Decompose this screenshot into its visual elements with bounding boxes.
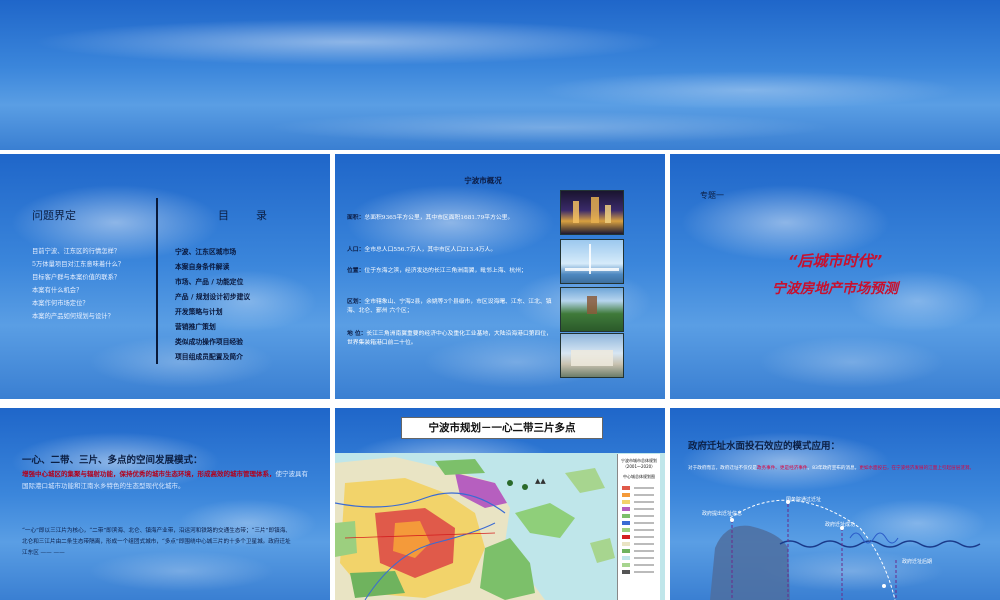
section-title: 问题界定: [32, 209, 76, 222]
slide-thumbnail-3[interactable]: 专题一 “后城市时代” 宁波房地产市场预测: [670, 154, 1000, 399]
label-announce: 政府提出迁址信息: [702, 511, 743, 517]
body-paragraph: 对于政府而言，政府迁址不仅仅是政务事件、更是经济事件。83年政府宣布的消息，更如…: [688, 466, 975, 471]
toc-item: 产品 / 规划设计初步建议: [175, 293, 251, 301]
legend-title: 宁波市城市总体规划（2001～2020）: [621, 458, 657, 469]
sky-banner: [0, 0, 1000, 150]
slide-thumbnail-5[interactable]: 宁波市规划－一心二带三片多点 ▲▲ 宁波市城市总体规划（2001～2020） 中…: [335, 408, 665, 600]
toc-item: 项目组成员配置及简介: [175, 353, 243, 361]
map-legend: 宁波市城市总体规划（2001～2020） 中心城总体规划图: [617, 454, 660, 600]
toc-item: 营销推广策划: [175, 323, 216, 331]
vertical-divider: [156, 198, 158, 364]
slide-title: 一心、二带、三片、多点的空间发展模式：: [22, 455, 203, 466]
question-item: 5万体量项目对江东意味着什么？: [32, 261, 125, 268]
intro-paragraph: 增强中心城区的集聚与辐射功能，保持优秀的城市生态环境，形成高效的城市管理体系，使…: [22, 470, 308, 490]
body-paragraph: “一心”即以三江片为核心，“二带”即滨海、北仑、镇海产业带，沿运河和铁路的交通生…: [22, 528, 291, 556]
label-success: 政府迁址成功: [825, 522, 856, 528]
question-item: 目标客户群与本案价值的联系？: [32, 274, 121, 281]
headline-title: 宁波房地产市场预测: [772, 281, 898, 297]
question-item: 本案有什么机会？: [32, 287, 83, 294]
slide-thumbnail-4[interactable]: 一心、二带、三片、多点的空间发展模式： 增强中心城区的集聚与辐射功能，保持优秀的…: [0, 408, 330, 600]
headline-quote: “后城市时代”: [787, 252, 883, 270]
bridge-photo: [560, 239, 624, 284]
slide-title: 宁波市规划－一心二带三片多点: [401, 417, 603, 439]
info-location: 位置：位于东海之滨，经济发达的长江三角洲南翼，毗邻上海、杭州；: [347, 268, 527, 274]
info-area: 面积：总面积9365平方公里，其中市区面积1681.79平方公里。: [347, 215, 514, 221]
ripple-diagram: [710, 499, 981, 600]
slide-thumbnail-1[interactable]: 问题界定 目前宁波、江东区的行情怎样？ 5万体量项目对江东意味着什么？ 目标客户…: [0, 154, 330, 399]
question-item: 本案作何市场定位？: [32, 300, 89, 307]
label-after: 政府迁址后期: [902, 559, 933, 565]
info-division: 区划：全市辖象山、宁海2县，余姚等3个县级市，市区设海曙、江东、江北、镇海、北仑…: [347, 299, 552, 314]
legend-swatches: [622, 486, 654, 574]
planning-map: ▲▲: [335, 453, 665, 600]
legend-subtitle: 中心城总体规划图: [623, 474, 655, 479]
toc-item: 类似成功操作项目经验: [175, 338, 243, 346]
toc-item: 本案自身条件解读: [175, 263, 230, 271]
slide-title: 政府迁址水面投石效应的模式应用：: [688, 441, 841, 452]
svg-text:▲▲: ▲▲: [535, 477, 546, 485]
toc-item: 市场、产品 / 功能定位: [175, 278, 244, 286]
toc-item: 宁波、江东区城市场: [175, 248, 237, 256]
slide-title: 宁波市概况: [464, 176, 502, 185]
question-item: 目前宁波、江东区的行情怎样？: [32, 248, 121, 255]
label-approved: 国务院通过迁址: [786, 497, 822, 503]
question-item: 本案的产品如何规划与设计？: [32, 313, 114, 320]
info-status: 地 位：长江三角洲南翼重要的经济中心及重化工业基地，大陆沿海港口第四位，世界集装…: [347, 331, 552, 346]
building-photo: [560, 333, 624, 378]
slide-thumbnail-2[interactable]: 宁波市概况 面积：总面积9365平方公里，其中市区面积1681.79平方公里。 …: [335, 154, 665, 399]
toc-item: 开发策略与计划: [175, 308, 223, 316]
info-population: 人口：全市总人口556.7万人，其中市区人口213.4万人。: [347, 247, 497, 253]
slide-thumbnail-6[interactable]: 政府迁址水面投石效应的模式应用： 对于政府而言，政府迁址不仅仅是政务事件、更是经…: [670, 408, 1000, 600]
topic-tag: 专题一: [700, 191, 724, 200]
toc-title: 目 录: [218, 209, 275, 222]
city-night-photo: [560, 190, 624, 235]
pagoda-photo: [560, 287, 624, 332]
